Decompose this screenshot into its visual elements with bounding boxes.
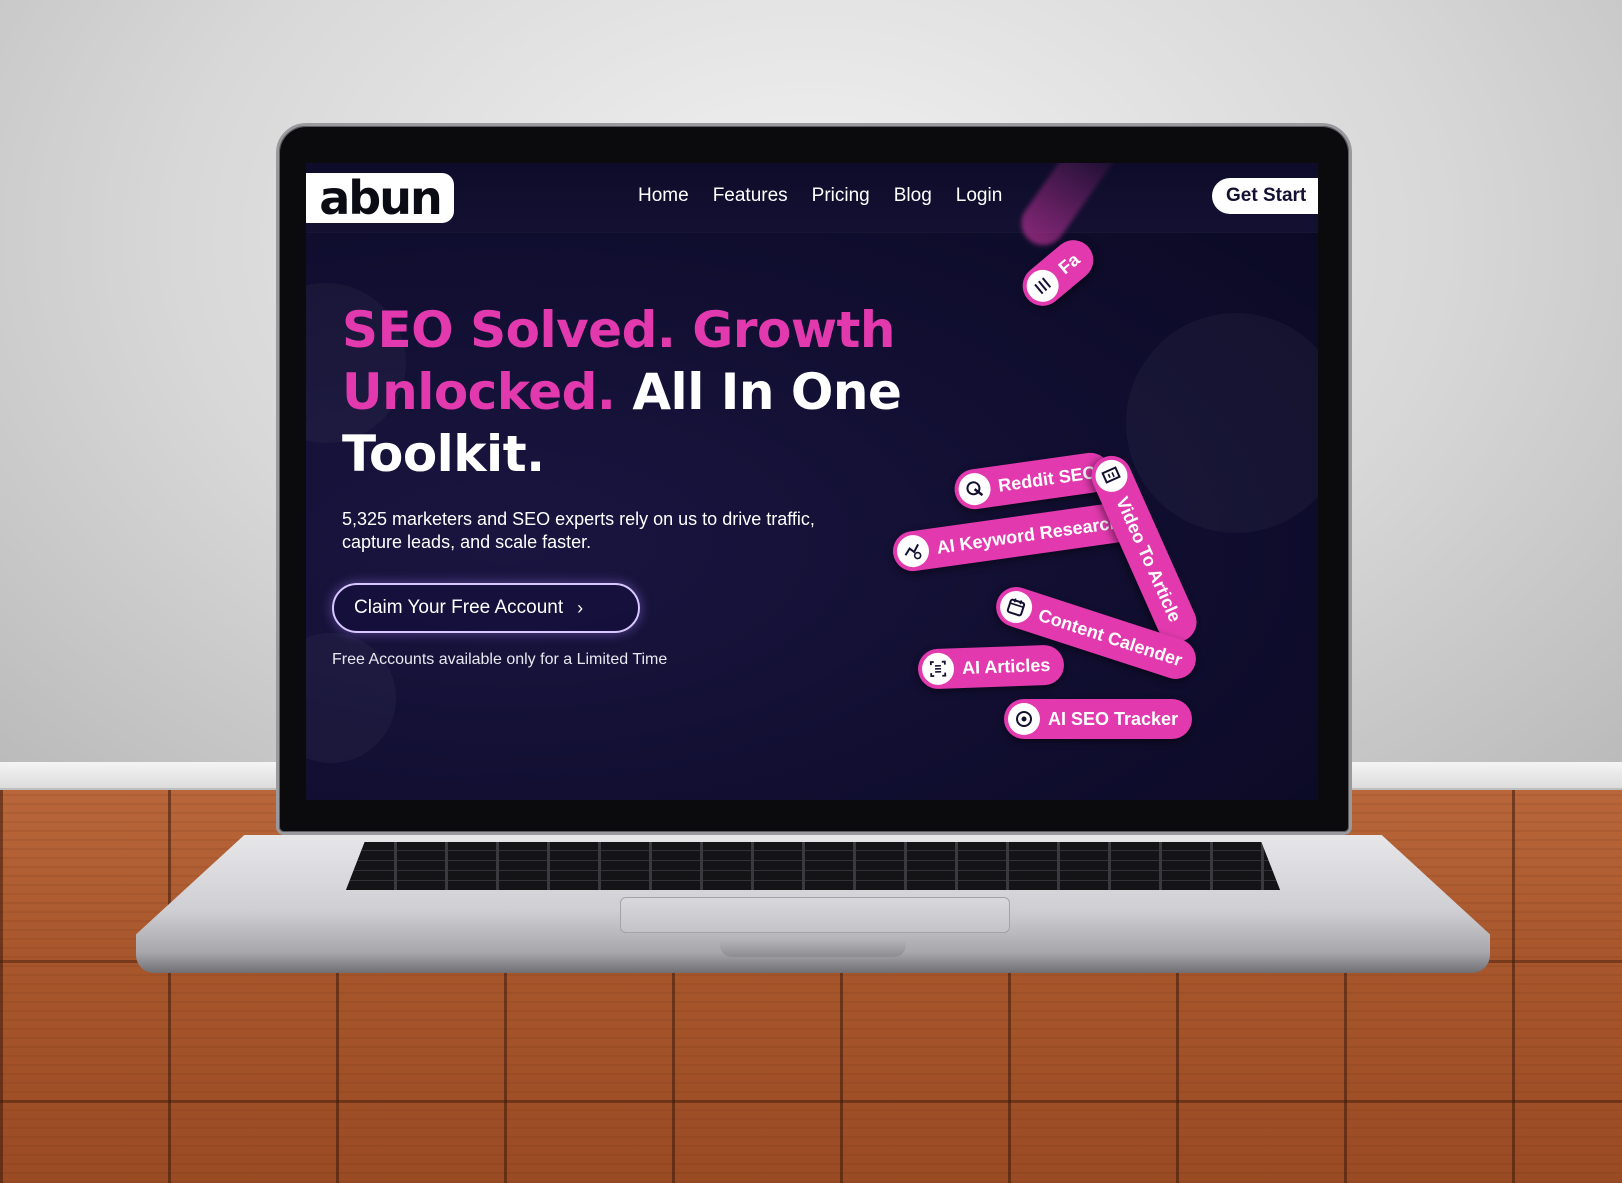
cursor-click-icon — [956, 471, 993, 508]
hero-subtitle: 5,325 marketers and SEO experts rely on … — [342, 509, 815, 552]
feature-pill-ai-articles[interactable]: AI Articles — [917, 644, 1066, 690]
floor-seam — [0, 1100, 1622, 1103]
calendar-icon — [995, 586, 1037, 628]
limited-time-note: Free Accounts available only for a Limit… — [332, 651, 668, 668]
feature-pill-label: Reddit SEO — [996, 461, 1098, 496]
nav-links: Home Features Pricing Blog Login — [638, 185, 1002, 207]
lid-notch — [720, 939, 906, 957]
feature-pill-label: AI Keyword Research — [935, 511, 1122, 558]
cta-label: Claim Your Free Account — [354, 597, 564, 618]
feature-pill-label: AI SEO Tracker — [1048, 708, 1179, 729]
nav-pricing[interactable]: Pricing — [812, 185, 870, 207]
nav-home[interactable]: Home — [638, 185, 689, 207]
nav-features[interactable]: Features — [713, 185, 788, 207]
laptop-screen: abun Home Features Pricing Blog Login Ge… — [306, 163, 1318, 800]
edit-document-icon — [1090, 454, 1133, 498]
feature-pill-label: Fa — [1054, 248, 1084, 278]
claim-free-account-button[interactable]: Claim Your Free Account › — [332, 583, 640, 633]
trackpad — [620, 897, 1010, 933]
bars-icon — [1020, 263, 1066, 309]
radar-icon — [1008, 703, 1040, 735]
document-scan-icon — [921, 652, 955, 686]
decorative-blob — [1126, 313, 1318, 533]
keyboard-rows — [346, 842, 1280, 890]
navbar: abun Home Features Pricing Blog Login Ge… — [306, 163, 1318, 233]
hero-title: SEO Solved. Growth Unlocked. All In One … — [342, 299, 902, 485]
feature-pill-label: AI Articles — [961, 654, 1051, 678]
get-start-button[interactable]: Get Start — [1212, 178, 1318, 214]
nav-blog[interactable]: Blog — [894, 185, 932, 207]
feature-pill-ai-seo-tracker[interactable]: AI SEO Tracker — [1004, 699, 1193, 739]
chevron-right-icon: › — [577, 597, 584, 618]
chart-search-icon — [894, 533, 932, 570]
feature-pill-partial[interactable]: Fa — [1014, 231, 1102, 315]
feature-pill-ai-keyword-research[interactable]: AI Keyword Research — [890, 500, 1137, 574]
feature-pill-reddit-seo[interactable]: Reddit SEO — [951, 450, 1114, 512]
abun-logo[interactable]: abun — [306, 171, 454, 225]
nav-login[interactable]: Login — [956, 185, 1003, 207]
